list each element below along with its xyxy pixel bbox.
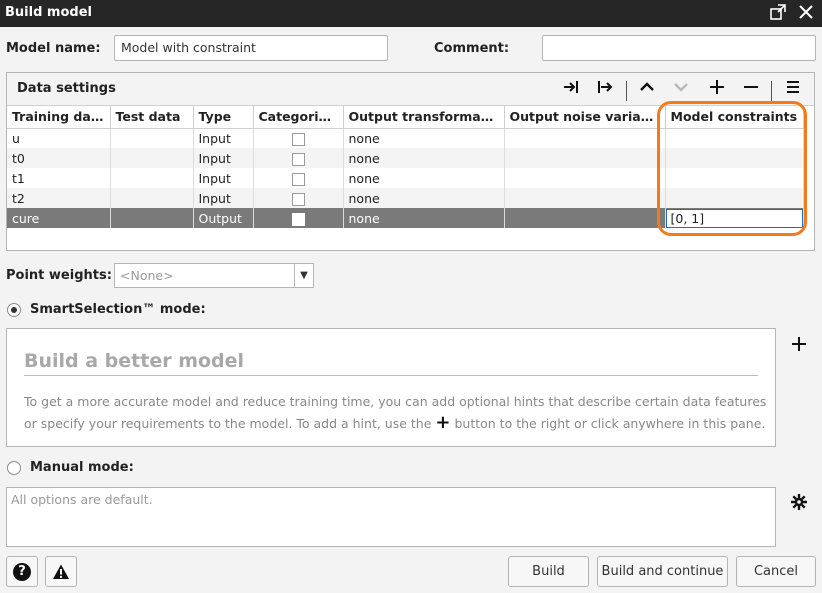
manual-options-pane[interactable]: All options are default. — [6, 487, 776, 547]
manual-mode-label: Manual mode: — [30, 460, 134, 475]
plus-icon[interactable] — [790, 335, 810, 355]
cell-type[interactable]: Output — [193, 208, 254, 228]
comment-input[interactable] — [542, 35, 816, 61]
categorical-checkbox[interactable] — [291, 212, 305, 226]
cell-training[interactable]: t1 — [7, 168, 111, 188]
cell-noise[interactable] — [504, 208, 666, 228]
plus-icon: + — [435, 412, 451, 433]
point-weights-label: Point weights: — [6, 268, 112, 283]
smart-selection-label: SmartSelection™ mode: — [30, 302, 206, 317]
hints-heading: Build a better model — [24, 350, 245, 372]
cell-test[interactable] — [110, 148, 194, 168]
move-up-icon[interactable] — [634, 77, 660, 103]
column-header-output-noise-variance[interactable]: Output noise variance — [504, 106, 666, 129]
cell-training[interactable]: u — [7, 128, 111, 148]
cell-noise[interactable] — [504, 128, 666, 148]
categorical-checkbox[interactable] — [291, 172, 305, 186]
cell-training[interactable]: t0 — [7, 148, 111, 168]
categorical-checkbox[interactable] — [291, 152, 305, 166]
chevron-down-icon[interactable]: ▼ — [294, 264, 313, 287]
move-down-icon[interactable] — [668, 77, 694, 103]
add-icon[interactable] — [704, 77, 730, 103]
model-name-label: Model name: — [6, 41, 101, 56]
cell-type[interactable]: Input — [193, 188, 254, 208]
column-header-training-data[interactable]: Training data — [7, 106, 111, 129]
column-header-output-transformation[interactable]: Output transformati... — [343, 106, 505, 129]
cell-test[interactable] — [110, 188, 194, 208]
cell-transform[interactable]: none — [343, 128, 505, 148]
constraints-highlight — [657, 101, 807, 236]
cell-categorical — [253, 208, 344, 228]
restore-window-icon[interactable] — [768, 3, 788, 23]
cell-transform[interactable]: none — [343, 168, 505, 188]
cell-training[interactable]: t2 — [7, 188, 111, 208]
cell-categorical — [253, 128, 344, 148]
cell-transform[interactable]: none — [343, 148, 505, 168]
manual-options-text: All options are default. — [11, 492, 153, 507]
title-bar: Build model — [0, 0, 822, 27]
move-to-training-icon[interactable] — [592, 77, 618, 103]
cell-test[interactable] — [110, 208, 194, 228]
model-name-input[interactable]: Model with constraint — [114, 35, 388, 61]
move-to-test-icon[interactable] — [558, 77, 584, 103]
cell-test[interactable] — [110, 128, 194, 148]
window-title: Build model — [5, 5, 92, 20]
cell-transform[interactable]: none — [343, 188, 505, 208]
smart-selection-radio[interactable] — [7, 303, 21, 317]
point-weights-select[interactable]: <None> ▼ — [114, 263, 314, 288]
close-icon[interactable] — [796, 3, 816, 23]
hints-description: To get a more accurate model and reduce … — [24, 391, 769, 434]
menu-icon[interactable] — [780, 77, 806, 103]
cell-noise[interactable] — [504, 148, 666, 168]
categorical-checkbox[interactable] — [291, 192, 305, 206]
hints-divider — [24, 375, 758, 376]
toolbar-separator — [771, 81, 772, 101]
help-icon: ? — [13, 562, 31, 581]
cell-training[interactable]: cure — [7, 208, 111, 228]
cell-type[interactable]: Input — [193, 168, 254, 188]
help-button[interactable]: ? — [6, 556, 38, 587]
cell-test[interactable] — [110, 168, 194, 188]
build-and-continue-button[interactable]: Build and continue — [597, 556, 728, 587]
cancel-button[interactable]: Cancel — [736, 556, 816, 587]
warning-button[interactable] — [45, 556, 77, 587]
cell-transform[interactable]: none — [343, 208, 505, 228]
point-weights-value: <None> — [120, 268, 174, 283]
cell-type[interactable]: Input — [193, 128, 254, 148]
toolbar-separator — [626, 81, 627, 101]
comment-label: Comment: — [434, 41, 510, 56]
cell-noise[interactable] — [504, 168, 666, 188]
cell-type[interactable]: Input — [193, 148, 254, 168]
manual-mode-radio[interactable] — [7, 461, 21, 475]
cell-categorical — [253, 148, 344, 168]
hints-text-after: button to the right or click anywhere in… — [454, 416, 766, 431]
build-button[interactable]: Build — [508, 556, 589, 587]
cell-categorical — [253, 188, 344, 208]
column-header-test-data[interactable]: Test data — [110, 106, 194, 129]
warning-icon — [53, 564, 69, 579]
cell-categorical — [253, 168, 344, 188]
hints-pane[interactable]: Build a better model To get a more accur… — [6, 328, 776, 447]
cell-noise[interactable] — [504, 188, 666, 208]
data-settings-title: Data settings — [17, 81, 116, 96]
remove-icon[interactable] — [738, 77, 764, 103]
column-header-categorical[interactable]: Categorical — [253, 106, 344, 129]
gear-icon[interactable] — [790, 493, 810, 513]
column-header-type[interactable]: Type — [193, 106, 254, 129]
categorical-checkbox[interactable] — [291, 132, 305, 146]
